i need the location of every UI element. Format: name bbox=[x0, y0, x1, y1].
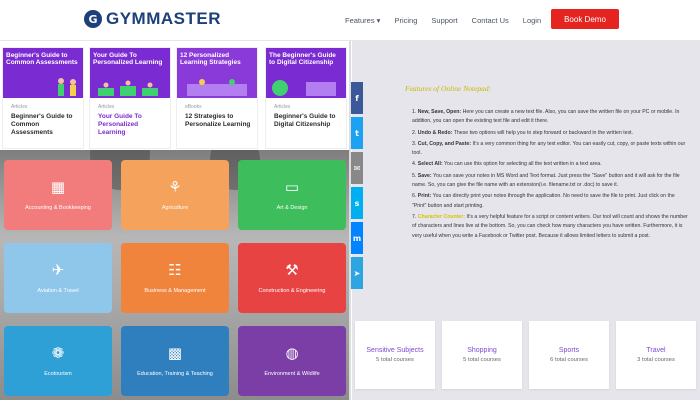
course-count: 3 total courses bbox=[637, 357, 675, 363]
classroom-illustration-icon bbox=[98, 80, 158, 96]
list-item: 5. Save: You can save your notes in MS W… bbox=[412, 172, 680, 189]
category-label: Construction & Engineering bbox=[258, 288, 326, 294]
subject-name: Sports bbox=[558, 347, 580, 354]
article-title[interactable]: Beginner's Guide to Common Assessments bbox=[11, 113, 77, 137]
nav-features[interactable]: Features ▾ bbox=[345, 16, 380, 25]
subject-name: Sensitive Subjects bbox=[366, 347, 424, 354]
category-tile-art-design[interactable]: ▭ Art & Design bbox=[238, 160, 346, 230]
leaf-icon: ❁ bbox=[51, 344, 65, 362]
logo-icon: G bbox=[84, 10, 102, 28]
article-type: Articles bbox=[98, 104, 115, 110]
airplane-icon: ✈ bbox=[51, 261, 65, 279]
article-title[interactable]: 12 Strategies to Personalize Learning bbox=[185, 113, 251, 129]
crane-icon: ⚒ bbox=[285, 261, 299, 279]
features-heading: Features of Online Notepad: bbox=[405, 84, 492, 93]
gymmaster-logo[interactable]: G GYMMASTER bbox=[84, 8, 221, 30]
subject-card-sports[interactable]: Sports 6 total courses bbox=[529, 321, 609, 389]
category-tile-education[interactable]: ▩ Education, Training & Teaching bbox=[121, 326, 229, 396]
article-title[interactable]: Your Guide To Personalized Learning bbox=[98, 113, 164, 137]
article-thumbnail: 12 Personalized Learning Strategies bbox=[177, 48, 257, 98]
book-demo-button[interactable]: Book Demo bbox=[551, 9, 619, 29]
category-tile-accounting[interactable]: ▦ Accounting & Bookkeeping bbox=[4, 160, 112, 230]
list-item: 7. Character Counter: It's a very helpfu… bbox=[412, 213, 688, 239]
people-illustration-icon bbox=[58, 78, 76, 96]
article-type: Articles bbox=[11, 104, 28, 110]
category-tile-environment[interactable]: ◍ Environment & Wildlife bbox=[238, 326, 346, 396]
category-label: Agriculture bbox=[161, 205, 189, 211]
globe-icon: ◍ bbox=[285, 344, 299, 362]
list-item: 2. Undo & Redo: These two options will h… bbox=[412, 129, 634, 136]
category-label: Accounting & Bookkeeping bbox=[25, 205, 91, 211]
social-share-bar: f t ✉ s m ➤ bbox=[351, 82, 363, 292]
nav-support[interactable]: Support bbox=[431, 16, 457, 25]
strategies-illustration-icon bbox=[187, 79, 247, 96]
article-type: Articles bbox=[274, 104, 291, 110]
article-thumbnail: Beginner's Guide to Common Assessments bbox=[3, 48, 83, 98]
article-card[interactable]: Beginner's Guide to Common Assessments A… bbox=[2, 47, 84, 149]
twitter-icon[interactable]: t bbox=[351, 117, 363, 149]
chart-icon: ☷ bbox=[168, 261, 182, 279]
calculator-icon: ▦ bbox=[50, 178, 66, 196]
category-label: Environment & Wildlife bbox=[264, 371, 320, 377]
course-count: 5 total courses bbox=[376, 357, 414, 363]
list-item: 6. Print: You can directly print your no… bbox=[412, 193, 675, 209]
article-type: eBooks bbox=[185, 104, 202, 110]
course-count: 5 total courses bbox=[463, 357, 501, 363]
article-card[interactable]: The Beginner's Guide to Digital Citizens… bbox=[265, 47, 347, 149]
features-list: 1. New, Save, Open: Here you can create … bbox=[412, 108, 688, 243]
telegram-icon[interactable]: ➤ bbox=[351, 257, 363, 289]
article-thumbnail: Your Guide To Personalized Learning bbox=[90, 48, 170, 98]
subject-card-sensitive-subjects[interactable]: Sensitive Subjects 5 total courses bbox=[355, 321, 435, 389]
nav-login[interactable]: Login bbox=[523, 16, 541, 25]
nav-contact-us[interactable]: Contact Us bbox=[472, 16, 509, 25]
logo-text: GYMMASTER bbox=[106, 9, 221, 28]
category-label: Business & Management bbox=[144, 288, 206, 294]
list-item: 4. Select All: You can use this option f… bbox=[412, 161, 602, 168]
category-label: Education, Training & Teaching bbox=[137, 371, 213, 377]
article-title[interactable]: Beginner's Guide to Digital Citizenship bbox=[274, 113, 340, 129]
course-count: 6 total courses bbox=[550, 357, 588, 363]
category-label: Aviation & Travel bbox=[37, 288, 79, 294]
article-thumbnail: The Beginner's Guide to Digital Citizens… bbox=[266, 48, 346, 98]
subject-card-travel[interactable]: Travel 3 total courses bbox=[616, 321, 696, 389]
category-tile-aviation[interactable]: ✈ Aviation & Travel bbox=[4, 243, 112, 313]
category-tile-agriculture[interactable]: ⚘ Agriculture bbox=[121, 160, 229, 230]
messenger-icon[interactable]: m bbox=[351, 222, 363, 254]
thumbnail-title: The Beginner's Guide to Digital Citizens… bbox=[269, 52, 336, 66]
category-label: Art & Design bbox=[276, 205, 308, 211]
article-card[interactable]: 12 Personalized Learning Strategies eBoo… bbox=[176, 47, 258, 149]
nav-pricing[interactable]: Pricing bbox=[394, 16, 417, 25]
email-icon[interactable]: ✉ bbox=[351, 152, 363, 184]
skype-icon[interactable]: s bbox=[351, 187, 363, 219]
facebook-icon[interactable]: f bbox=[351, 82, 363, 114]
subject-card-shopping[interactable]: Shopping 5 total courses bbox=[442, 321, 522, 389]
thumbnail-title: 12 Personalized Learning Strategies bbox=[180, 52, 241, 66]
site-header: G GYMMASTER Features ▾ Pricing Support C… bbox=[0, 0, 700, 41]
main-nav: Features ▾ Pricing Support Contact Us Lo… bbox=[345, 0, 555, 40]
category-tile-business[interactable]: ☷ Business & Management bbox=[121, 243, 229, 313]
thumbnail-title: Your Guide To Personalized Learning bbox=[93, 52, 163, 66]
articles-row: Beginner's Guide to Common Assessments A… bbox=[0, 41, 350, 149]
category-tile-construction[interactable]: ⚒ Construction & Engineering bbox=[238, 243, 346, 313]
category-label: Ecotourism bbox=[44, 371, 72, 377]
globe-illustration-icon bbox=[272, 80, 336, 96]
category-tile-ecotourism[interactable]: ❁ Ecotourism bbox=[4, 326, 112, 396]
list-item: 3. Cut, Copy, and Paste: It's a very com… bbox=[412, 140, 686, 157]
thumbnail-title: Beginner's Guide to Common Assessments bbox=[6, 52, 78, 66]
article-card[interactable]: Your Guide To Personalized Learning Arti… bbox=[89, 47, 171, 149]
plant-icon: ⚘ bbox=[168, 178, 182, 196]
subject-name: Shopping bbox=[467, 347, 497, 354]
monitor-icon: ▭ bbox=[284, 178, 300, 196]
list-item: 1. New, Save, Open: Here you can create … bbox=[412, 109, 680, 125]
graduation-icon: ▩ bbox=[167, 344, 183, 362]
subject-name: Travel bbox=[646, 347, 666, 354]
